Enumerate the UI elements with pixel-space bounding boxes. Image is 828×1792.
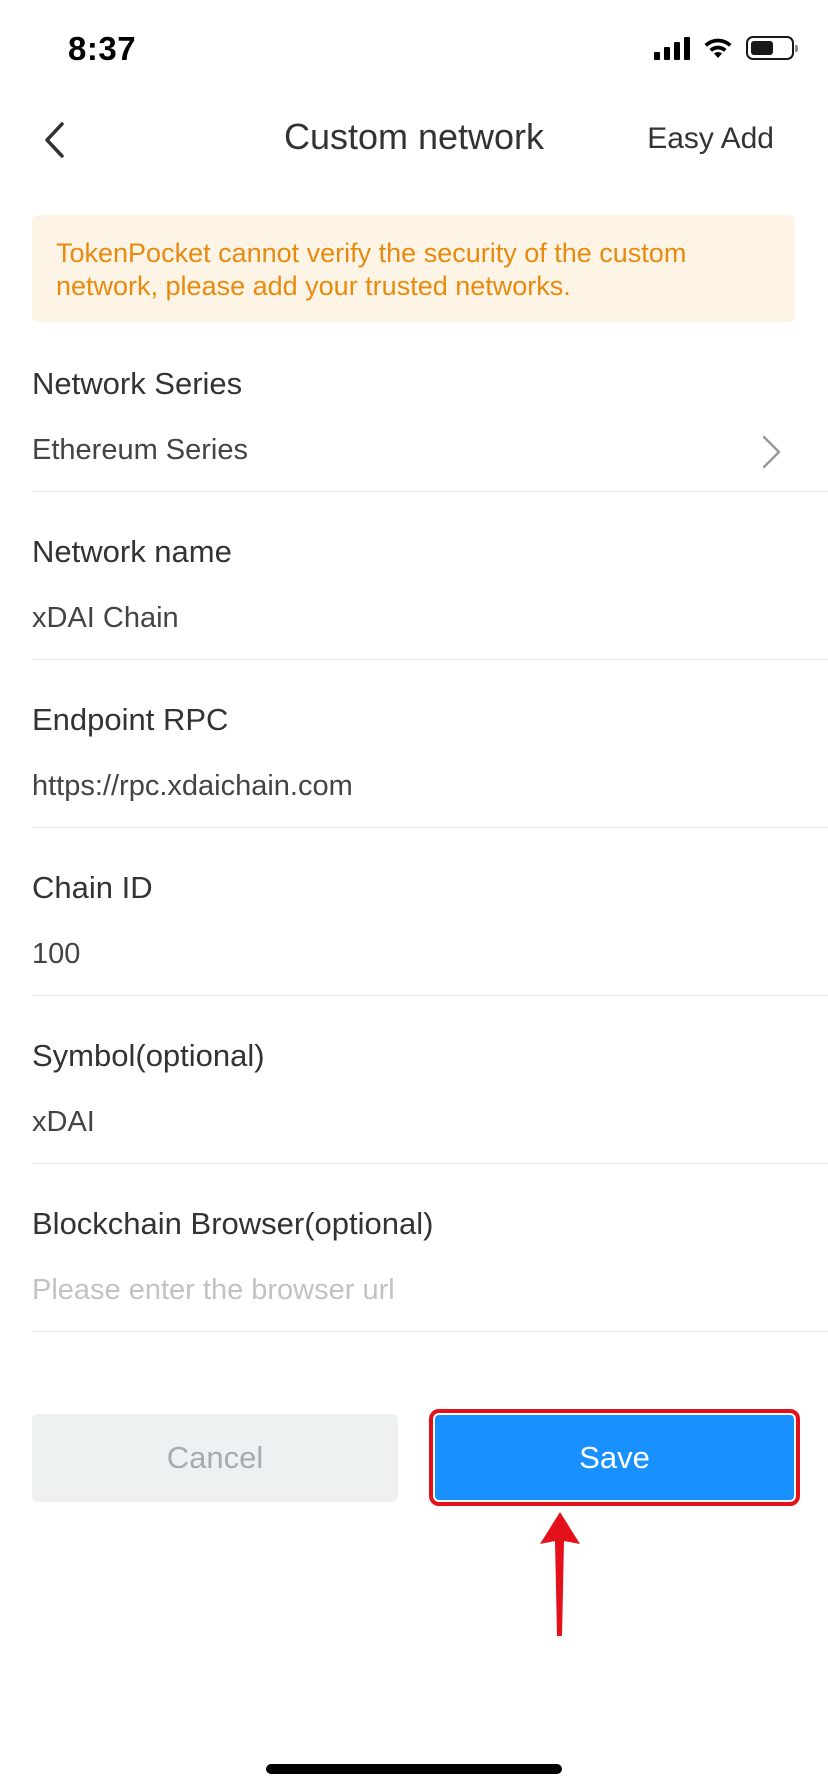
easy-add-button[interactable]: Easy Add bbox=[647, 122, 774, 156]
home-indicator bbox=[266, 1764, 562, 1774]
chain-id-field: Chain ID 100 bbox=[32, 828, 828, 996]
endpoint-rpc-label: Endpoint RPC bbox=[32, 702, 229, 737]
symbol-input[interactable]: xDAI bbox=[32, 1106, 95, 1139]
network-series-label: Network Series bbox=[32, 366, 243, 401]
cancel-button[interactable]: Cancel bbox=[32, 1414, 398, 1502]
nav-header: Custom network Easy Add bbox=[0, 100, 828, 180]
network-name-label: Network name bbox=[32, 534, 232, 569]
network-name-field: Network name xDAI Chain bbox=[32, 492, 828, 660]
symbol-label: Symbol(optional) bbox=[32, 1038, 265, 1073]
battery-icon bbox=[746, 36, 798, 60]
arrow-up-icon bbox=[540, 1512, 580, 1636]
warning-text: TokenPocket cannot verify the security o… bbox=[56, 238, 687, 301]
blockchain-browser-input[interactable]: Please enter the browser url bbox=[32, 1274, 395, 1307]
network-series-field[interactable]: Network Series Ethereum Series bbox=[32, 324, 828, 492]
custom-network-screen: 8:37 Custom network Easy Add TokenPocket… bbox=[0, 0, 828, 1792]
cellular-signal-icon bbox=[654, 36, 690, 60]
chain-id-label: Chain ID bbox=[32, 870, 153, 905]
security-warning-banner: TokenPocket cannot verify the security o… bbox=[32, 215, 795, 322]
wifi-icon bbox=[704, 38, 732, 58]
chevron-right-icon bbox=[762, 435, 781, 469]
blockchain-browser-label: Blockchain Browser(optional) bbox=[32, 1206, 434, 1241]
chain-id-input[interactable]: 100 bbox=[32, 938, 80, 971]
blockchain-browser-field: Blockchain Browser(optional) Please ente… bbox=[32, 1164, 828, 1332]
network-name-input[interactable]: xDAI Chain bbox=[32, 602, 179, 635]
symbol-field: Symbol(optional) xDAI bbox=[32, 996, 828, 1164]
status-bar: 8:37 bbox=[0, 0, 828, 100]
endpoint-rpc-field: Endpoint RPC https://rpc.xdaichain.com bbox=[32, 660, 828, 828]
status-icons bbox=[654, 36, 798, 60]
endpoint-rpc-input[interactable]: https://rpc.xdaichain.com bbox=[32, 770, 353, 803]
save-button[interactable]: Save bbox=[435, 1415, 794, 1500]
status-time: 8:37 bbox=[68, 30, 137, 67]
network-series-value: Ethereum Series bbox=[32, 434, 248, 466]
